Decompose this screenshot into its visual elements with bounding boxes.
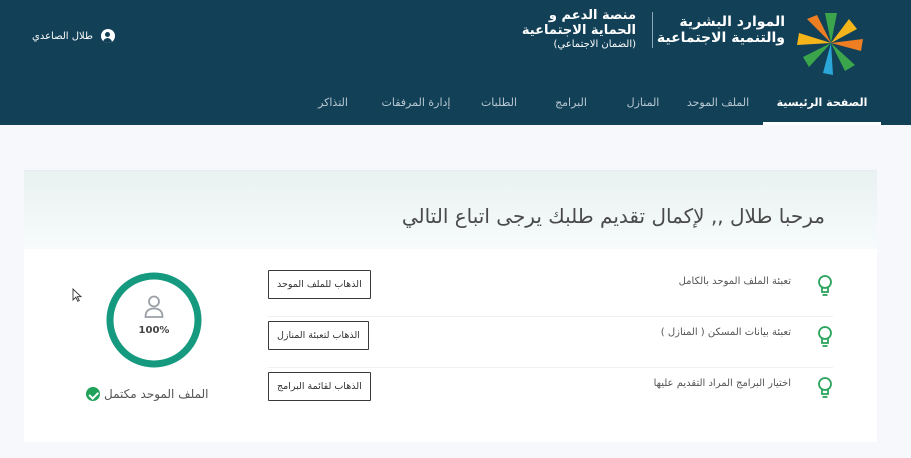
mouse-cursor-icon (72, 288, 82, 302)
ministry-name-line2: والتنمية الاجتماعية (656, 30, 785, 46)
lightbulb-icon (818, 275, 832, 296)
user-circle-icon[interactable] (100, 29, 115, 43)
profile-progress-ring (106, 272, 202, 368)
step-text: تعبئة الملف الموحد بالكامل (678, 276, 791, 287)
step-text: تعبئة بيانات المسكن ( المنازل ) (660, 327, 791, 338)
go-programs-button[interactable]: الذهاب لقائمة البرامج (268, 372, 371, 401)
user-name[interactable]: طلال الصاعدي (32, 31, 93, 42)
step-row-houses: تعبئة بيانات المسكن ( المنازل ) الذهاب ل… (268, 318, 833, 368)
platform-name-line3: (الضمان الاجتماعي) (553, 39, 636, 50)
step-text: اختيار البرامج المراد التقديم عليها (653, 378, 791, 389)
nav-item-attachments[interactable]: إدارة المرفقات (363, 88, 469, 125)
welcome-title: مرحبا طلال ,, لإكمال تقديم طلبك يرجى اتب… (401, 204, 825, 228)
nav-item-programs[interactable]: البرامج (529, 88, 613, 125)
person-icon (144, 295, 164, 318)
user-menu[interactable]: طلال الصاعدي (32, 27, 115, 45)
platform-name-line2: الحماية الاجتماعية (521, 23, 636, 38)
nav-item-houses-label: المنازل (626, 96, 660, 109)
main-nav: الصفحة الرئيسية الملف الموحد المنازل الب… (303, 88, 881, 125)
nav-item-unified-file[interactable]: الملف الموحد (673, 88, 763, 125)
progress-arc (106, 272, 202, 368)
nav-item-tickets[interactable]: التذاكر (303, 88, 363, 125)
platform-name-line1: منصة الدعم و (548, 8, 636, 23)
welcome-banner: مرحبا طلال ,, لإكمال تقديم طلبك يرجى اتب… (24, 171, 877, 249)
nav-item-programs-label: البرامج (555, 96, 587, 109)
lightbulb-icon (818, 326, 832, 347)
nav-item-home[interactable]: الصفحة الرئيسية (763, 88, 881, 125)
file-complete-status: الملف الموحد مكتمل (86, 386, 209, 402)
platform-name: منصة الدعم و الحماية الاجتماعية (الضمان … (486, 8, 636, 52)
go-houses-button[interactable]: الذهاب لتعبئة المنازل (268, 321, 369, 350)
nav-item-unified-file-label: الملف الموحد (686, 96, 750, 109)
nav-item-houses[interactable]: المنازل (613, 88, 673, 125)
go-unified-file-button[interactable]: الذهاب للملف الموحد (268, 270, 371, 299)
check-circle-icon (86, 387, 100, 401)
application-card: مرحبا طلال ,, لإكمال تقديم طلبك يرجى اتب… (24, 170, 877, 442)
ministry-name: الموارد البشرية والتنمية الاجتماعية (635, 14, 785, 46)
nav-item-requests[interactable]: الطلبات (469, 88, 529, 125)
lightbulb-icon (818, 377, 832, 398)
progress-percentage: 100% (138, 325, 170, 336)
nav-item-home-label: الصفحة الرئيسية (776, 96, 868, 109)
ministry-logo[interactable] (793, 10, 869, 76)
ministry-name-line1: الموارد البشرية (679, 14, 785, 30)
header: الموارد البشرية والتنمية الاجتماعية منصة… (0, 0, 911, 125)
status-label: الملف الموحد مكتمل (104, 387, 209, 401)
step-row-unified-file: تعبئة الملف الموحد بالكامل الذهاب للملف … (268, 267, 833, 317)
nav-item-tickets-label: التذاكر (318, 96, 348, 109)
step-row-programs: اختيار البرامج المراد التقديم عليها الذه… (268, 369, 833, 419)
nav-item-requests-label: الطلبات (480, 96, 518, 109)
nav-item-attachments-label: إدارة المرفقات (381, 96, 451, 109)
header-divider (652, 12, 653, 48)
